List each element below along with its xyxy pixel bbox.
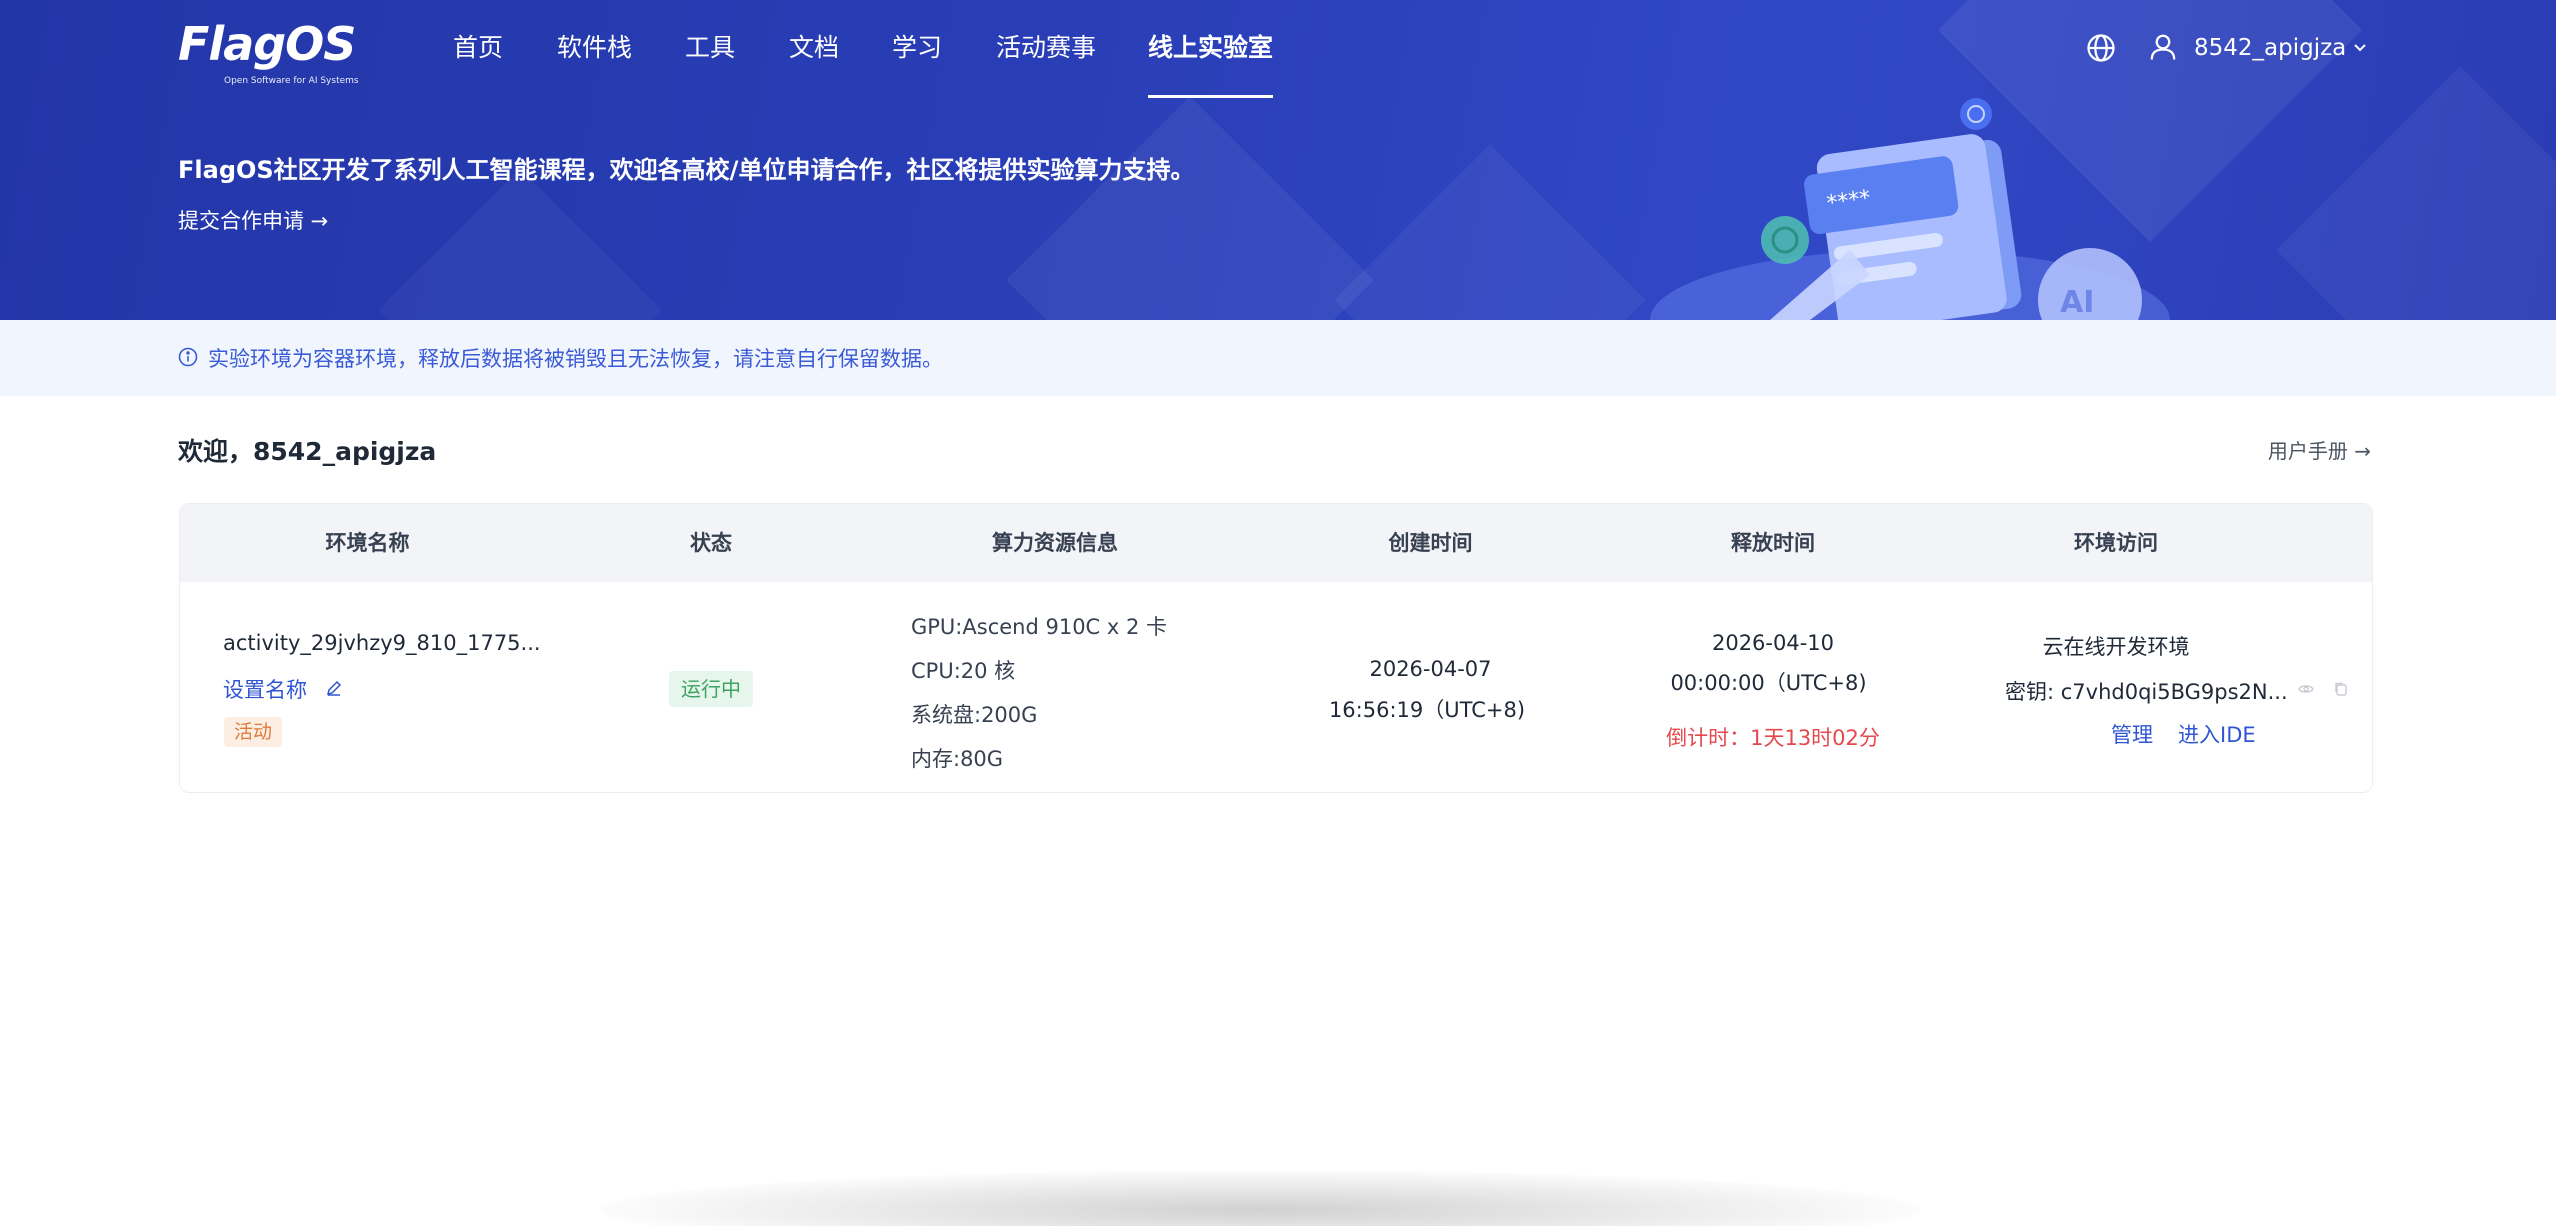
table-header: 环境名称 状态 算力资源信息 创建时间 释放时间 环境访问 [180, 504, 2372, 582]
nav-home[interactable]: 首页 [453, 0, 503, 98]
th-release: 释放时间 [1731, 531, 1815, 555]
created-date: 2026-04-07 [1369, 657, 1492, 681]
th-access: 环境访问 [2074, 531, 2158, 555]
svg-text:AI: AI [2060, 285, 2094, 320]
nav-tools[interactable]: 工具 [685, 0, 735, 98]
secret-key: 密钥: c7vhd0qi5BG9ps2N... [2005, 680, 2288, 704]
resource-gpu: GPU:Ascend 910C x 2 卡 [911, 615, 1168, 639]
th-resources: 算力资源信息 [992, 531, 1118, 555]
logo-tagline: Open Software for AI Systems [224, 76, 359, 86]
copy-icon[interactable] [2333, 681, 2349, 697]
status-badge: 运行中 [669, 671, 753, 707]
rename-link[interactable]: 设置名称 [223, 674, 307, 704]
info-icon [178, 347, 198, 367]
manage-link[interactable]: 管理 [2111, 719, 2153, 749]
user-icon[interactable] [2148, 32, 2178, 62]
welcome-heading: 欢迎，8542_apigjza [178, 437, 437, 466]
enter-ide-link[interactable]: 进入IDE [2178, 719, 2256, 749]
notice-text: 实验环境为容器环境，释放后数据将被销毁且无法恢复，请注意自行保留数据。 [208, 347, 943, 371]
flagos-logo[interactable]: FlagOS Open Software for AI Systems [178, 17, 359, 86]
th-created: 创建时间 [1388, 531, 1473, 555]
user-manual-link[interactable]: 用户手册 → [2268, 435, 2371, 464]
activity-tag: 活动 [224, 717, 283, 747]
hero-banner: **** AI FlagOS Open Software for AI Syst… [0, 0, 2556, 320]
nav-learn[interactable]: 学习 [892, 0, 942, 98]
release-date: 2026-04-10 [1711, 631, 1835, 655]
nav-events[interactable]: 活动赛事 [996, 0, 1096, 98]
eye-icon[interactable] [2298, 681, 2314, 697]
edit-icon[interactable] [325, 679, 343, 697]
globe-icon[interactable] [2086, 33, 2116, 63]
created-time: 16:56:19（UTC+8) [1328, 698, 1526, 722]
decor-shape [378, 168, 662, 320]
access-title: 云在线开发环境 [2042, 635, 2190, 659]
countdown-text: 倒计时：1天13时02分 [1666, 726, 1880, 750]
th-env-name: 环境名称 [325, 531, 410, 555]
nav-online-lab[interactable]: 线上实验室 [1148, 0, 1274, 98]
banner-illustration: **** AI [1650, 98, 2170, 320]
resource-disk: 系统盘:200G [911, 703, 1038, 727]
th-status: 状态 [690, 531, 732, 555]
nav-software-stack[interactable]: 软件栈 [557, 0, 632, 98]
environment-table: 环境名称 状态 算力资源信息 创建时间 释放时间 环境访问 activity_2… [179, 503, 2373, 793]
promo-text: FlagOS社区开发了系列人工智能课程，欢迎各高校/单位申请合作，社区将提供实验… [178, 156, 1195, 184]
decor-shape [1334, 144, 1646, 320]
release-time: 00:00:00（UTC+8) [1670, 671, 1867, 695]
apply-cooperation-link[interactable]: 提交合作申请 → [178, 205, 328, 235]
username[interactable]: 8542_apigjza [2194, 32, 2346, 64]
bottom-shadow [600, 1170, 1920, 1226]
resource-cpu: CPU:20 核 [911, 659, 1016, 683]
decor-shape [2276, 66, 2556, 320]
decor-shape [1006, 96, 1374, 320]
nav-docs[interactable]: 文档 [789, 0, 839, 98]
logo-wordmark: FlagOS [178, 17, 356, 71]
resource-memory: 内存:80G [911, 747, 1004, 771]
chevron-down-icon[interactable] [2352, 40, 2368, 56]
env-name: activity_29jvhzy9_810_1775... [223, 631, 541, 655]
